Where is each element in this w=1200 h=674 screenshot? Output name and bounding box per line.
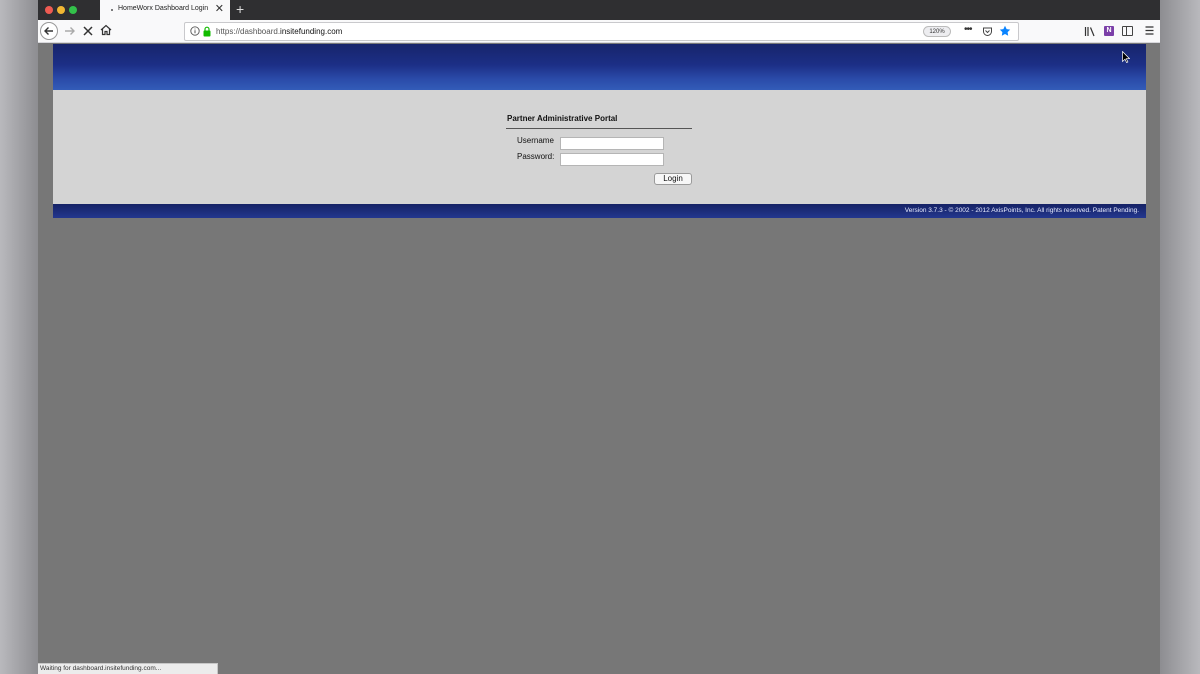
portal-title: Partner Administrative Portal [507,114,618,123]
arrow-right-icon [65,27,75,35]
web-page: Partner Administrative Portal Username P… [53,44,1146,218]
status-text: Waiting for dashboard.insitefunding.com.… [40,665,162,672]
home-icon [100,24,112,36]
desktop-background-left [0,0,38,674]
page-actions-menu-icon[interactable]: ••• [964,24,972,35]
password-label: Password: [517,152,555,161]
library-icon[interactable] [1084,26,1096,37]
tab-strip: HomeWorx Dashboard Login ✕ + [38,0,1160,20]
lock-icon [203,26,211,37]
zoom-level-indicator[interactable]: 120% [923,26,951,37]
hamburger-menu-icon[interactable] [1145,25,1154,36]
star-icon[interactable] [999,25,1011,37]
info-icon[interactable] [190,26,200,36]
onenote-icon[interactable]: N [1104,26,1114,36]
home-button[interactable] [99,23,113,37]
address-bar[interactable]: https://dashboard.insitefunding.com 120%… [184,22,1019,41]
login-button[interactable]: Login [654,173,692,185]
arrow-left-icon [44,27,53,35]
login-section: Partner Administrative Portal Username P… [53,90,1146,204]
title-divider [506,128,692,129]
password-input[interactable] [560,153,664,166]
close-tab-icon[interactable]: ✕ [215,3,224,16]
close-window-button[interactable] [45,6,53,14]
zoom-window-button[interactable] [69,6,77,14]
status-bar: Waiting for dashboard.insitefunding.com.… [38,663,218,674]
back-button[interactable] [40,22,58,40]
desktop-background-right [1160,0,1200,674]
tab-title: HomeWorx Dashboard Login [118,5,209,12]
browser-window: HomeWorx Dashboard Login ✕ + https://das… [38,0,1160,674]
username-input[interactable] [560,137,664,150]
url-domain: insitefunding.com [280,27,343,36]
mouse-cursor-icon [1122,51,1130,63]
sidebar-icon[interactable] [1122,26,1133,36]
tab-homeworx-dashboard-login[interactable]: HomeWorx Dashboard Login ✕ [100,0,230,20]
tab-loading-icon [111,9,113,11]
minimize-window-button[interactable] [57,6,65,14]
site-footer: Version 3.7.3 - © 2002 - 2012 AxisPoints… [53,204,1146,218]
new-tab-button[interactable]: + [236,1,244,18]
pocket-icon[interactable] [982,26,993,37]
forward-button[interactable] [62,23,78,39]
footer-copyright: Version 3.7.3 - © 2002 - 2012 AxisPoints… [904,207,1139,214]
username-label: Username [517,136,554,145]
navigation-toolbar: https://dashboard.insitefunding.com 120%… [38,20,1160,43]
stop-x-icon [83,26,93,36]
site-header [53,44,1146,90]
url-text: https://dashboard.insitefunding.com [216,27,342,36]
url-prefix: https://dashboard. [216,27,281,36]
stop-loading-button[interactable] [81,24,95,38]
